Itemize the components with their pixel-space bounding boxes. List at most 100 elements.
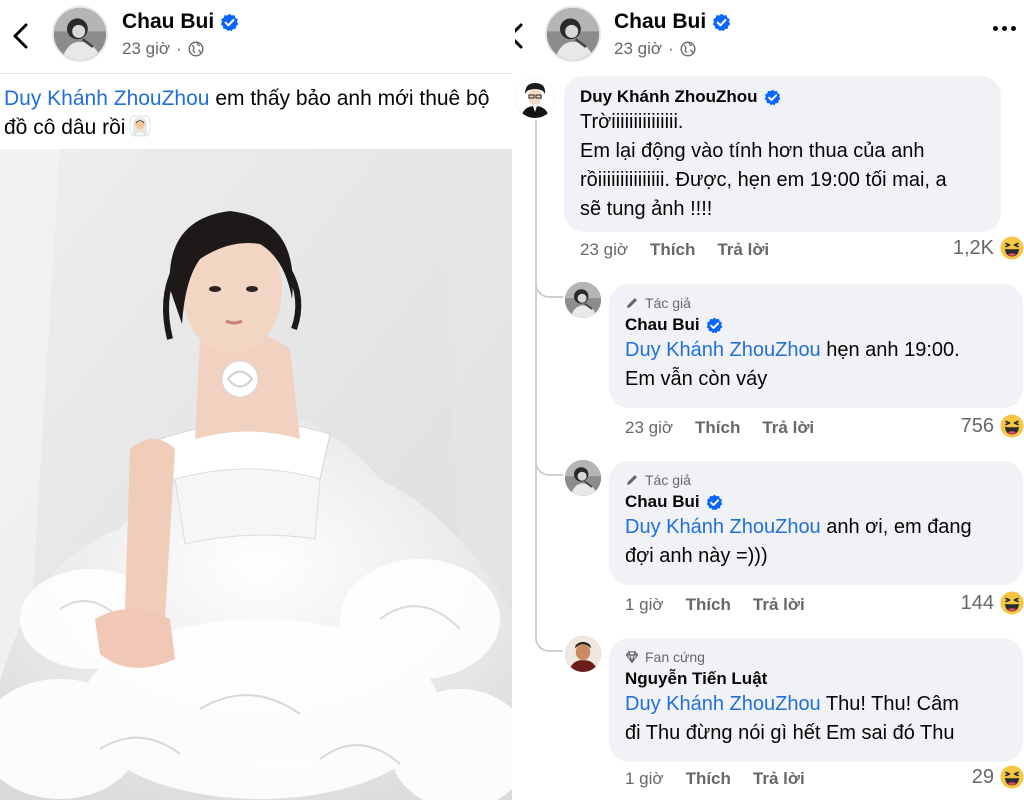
caption-text-1: em thấy bảo anh mới thuê bộ — [215, 87, 490, 110]
post-caption: Duy Khánh ZhouZhou em thấy bảo anh mới t… — [4, 84, 512, 142]
commenter-name[interactable]: Duy Khánh ZhouZhou — [580, 86, 985, 108]
post-header: Chau Bui 23 giờ · — [0, 0, 512, 74]
like-button[interactable]: Thích — [695, 418, 740, 438]
reaction-summary[interactable]: 144 — [961, 591, 1024, 615]
post-header: Chau Bui 23 giờ · — [515, 0, 1024, 72]
more-options-icon[interactable] — [993, 26, 1016, 31]
author-name[interactable]: Chau Bui — [122, 10, 239, 34]
reply-bubble: Tác giả Chau Bui Duy Khánh ZhouZhou hẹn … — [609, 284, 1023, 408]
author-badge: Tác giả — [625, 294, 1007, 312]
comment-line-rest: hẹn anh 19:00. — [826, 339, 960, 361]
comment-mention[interactable]: Duy Khánh ZhouZhou — [625, 693, 821, 715]
haha-reaction-icon — [1000, 765, 1024, 789]
comment-actions: 1 giờ Thích Trả lời — [625, 769, 805, 789]
reply-bubble: Fan cứng Nguyễn Tiến Luật Duy Khánh Zhou… — [609, 638, 1023, 762]
caption-text-2: đồ cô dâu rồi — [4, 116, 126, 139]
verified-badge-icon — [764, 89, 781, 106]
verified-badge-icon — [712, 13, 731, 32]
commenter-name-text[interactable]: Duy Khánh ZhouZhou — [580, 86, 758, 108]
post-photo[interactable] — [0, 149, 512, 800]
reply-bubble: Tác giả Chau Bui Duy Khánh ZhouZhou anh … — [609, 461, 1023, 585]
comment-line-rest: Thu! Thu! Câm — [825, 693, 959, 715]
thread-connector — [535, 420, 563, 476]
badge-label: Tác giả — [645, 295, 691, 311]
comment-line: Duy Khánh ZhouZhou anh ơi, em đang — [625, 513, 1007, 542]
diamond-icon — [625, 650, 639, 664]
back-arrow-icon[interactable] — [515, 18, 527, 54]
reply-button[interactable]: Trả lời — [753, 769, 805, 789]
reply-avatar-chau[interactable] — [565, 282, 601, 318]
verified-badge-icon — [706, 317, 723, 334]
caption-line-2: đồ cô dâu rồi — [4, 113, 512, 142]
reaction-count: 144 — [960, 591, 994, 614]
post-panel: Chau Bui 23 giờ · Duy Khánh ZhouZhou em … — [0, 0, 512, 800]
haha-reaction-icon — [1000, 414, 1024, 438]
comment-line: Em lại động vào tính hơn thua của anh — [580, 140, 925, 162]
post-time[interactable]: 23 giờ — [122, 39, 170, 59]
commenter-name-text[interactable]: Nguyễn Tiến Luật — [625, 668, 767, 690]
commenter-name-text[interactable]: Chau Bui — [625, 314, 700, 336]
comment-actions: 23 giờ Thích Trả lời — [580, 240, 769, 260]
comment-line: Duy Khánh ZhouZhou Thu! Thu! Câm — [625, 690, 1007, 719]
comment-line: Duy Khánh ZhouZhou hẹn anh 19:00. — [625, 336, 1007, 365]
reply-avatar-chau[interactable] — [565, 460, 601, 496]
bride-emoji-icon — [129, 115, 151, 137]
commenter-name[interactable]: Chau Bui — [625, 314, 1007, 336]
reply-button[interactable]: Trả lời — [762, 418, 814, 438]
fan-badge: Fan cứng — [625, 648, 1007, 666]
comment-line: Trờiiiiiiiiiiiiiii. — [580, 111, 684, 133]
reply-button[interactable]: Trả lời — [753, 595, 805, 615]
globe-icon — [188, 41, 204, 57]
haha-reaction-icon — [1000, 591, 1024, 615]
verified-badge-icon — [706, 494, 723, 511]
verified-badge-icon — [220, 13, 239, 32]
comment-actions: 23 giờ Thích Trả lời — [625, 418, 814, 438]
comment-line: sẽ tung ảnh !!!! — [580, 198, 713, 220]
like-button[interactable]: Thích — [686, 769, 731, 789]
like-button[interactable]: Thích — [686, 595, 731, 615]
author-name-text[interactable]: Chau Bui — [614, 10, 706, 34]
comment-text: Trờiiiiiiiiiiiiiii. Em lại động vào tính… — [580, 108, 985, 224]
comment-line-rest: anh ơi, em đang — [826, 516, 972, 538]
caption-line-1: Duy Khánh ZhouZhou em thấy bảo anh mới t… — [4, 84, 512, 113]
thread-connector — [535, 270, 563, 298]
reaction-summary[interactable]: 29 — [972, 765, 1024, 789]
reply-avatar-luat[interactable] — [565, 636, 601, 672]
comments-panel: Duy Khánh ZhouZhou Trờiiiiiiiiiiiiiii. E… — [515, 0, 1024, 800]
comment-mention[interactable]: Duy Khánh ZhouZhou — [625, 516, 821, 538]
comment-time[interactable]: 1 giờ — [625, 769, 664, 789]
comment-time[interactable]: 23 giờ — [625, 418, 673, 438]
author-avatar[interactable] — [52, 6, 108, 62]
caption-mention[interactable]: Duy Khánh ZhouZhou — [4, 87, 209, 110]
comment-avatar-duy[interactable] — [515, 78, 555, 118]
post-time[interactable]: 23 giờ — [614, 39, 662, 59]
comment-line: Em vẫn còn váy — [625, 368, 768, 390]
author-badge: Tác giả — [625, 471, 1007, 489]
reaction-count: 1,2K — [952, 236, 994, 259]
comment-line: rồiiiiiiiiiiiiiii. Được, hẹn em 19:00 tố… — [580, 169, 947, 191]
reaction-summary[interactable]: 756 — [961, 414, 1024, 438]
reply-button[interactable]: Trả lời — [717, 240, 769, 260]
commenter-name[interactable]: Chau Bui — [625, 491, 1007, 513]
comment-actions: 1 giờ Thích Trả lời — [625, 595, 805, 615]
pen-icon — [625, 473, 639, 487]
like-button[interactable]: Thích — [650, 240, 695, 260]
thread-line — [535, 298, 537, 600]
reaction-summary[interactable]: 1,2K — [953, 236, 1024, 260]
back-arrow-icon[interactable] — [8, 18, 32, 54]
badge-label: Fan cứng — [645, 649, 705, 665]
post-meta: 23 giờ · — [614, 39, 696, 59]
haha-reaction-icon — [1000, 236, 1024, 260]
comment-time[interactable]: 23 giờ — [580, 240, 628, 260]
reaction-count: 29 — [971, 765, 994, 788]
comment-time[interactable]: 1 giờ — [625, 595, 664, 615]
post-meta: 23 giờ · — [122, 39, 204, 59]
author-avatar[interactable] — [545, 6, 601, 62]
comment-text: Duy Khánh ZhouZhou Thu! Thu! Câm đi Thu … — [625, 690, 1007, 748]
author-name-text[interactable]: Chau Bui — [122, 10, 214, 34]
comment-mention[interactable]: Duy Khánh ZhouZhou — [625, 339, 821, 361]
commenter-name[interactable]: Nguyễn Tiến Luật — [625, 668, 1007, 690]
comment-text: Duy Khánh ZhouZhou anh ơi, em đang đợi a… — [625, 513, 1007, 571]
author-name[interactable]: Chau Bui — [614, 10, 731, 34]
commenter-name-text[interactable]: Chau Bui — [625, 491, 700, 513]
